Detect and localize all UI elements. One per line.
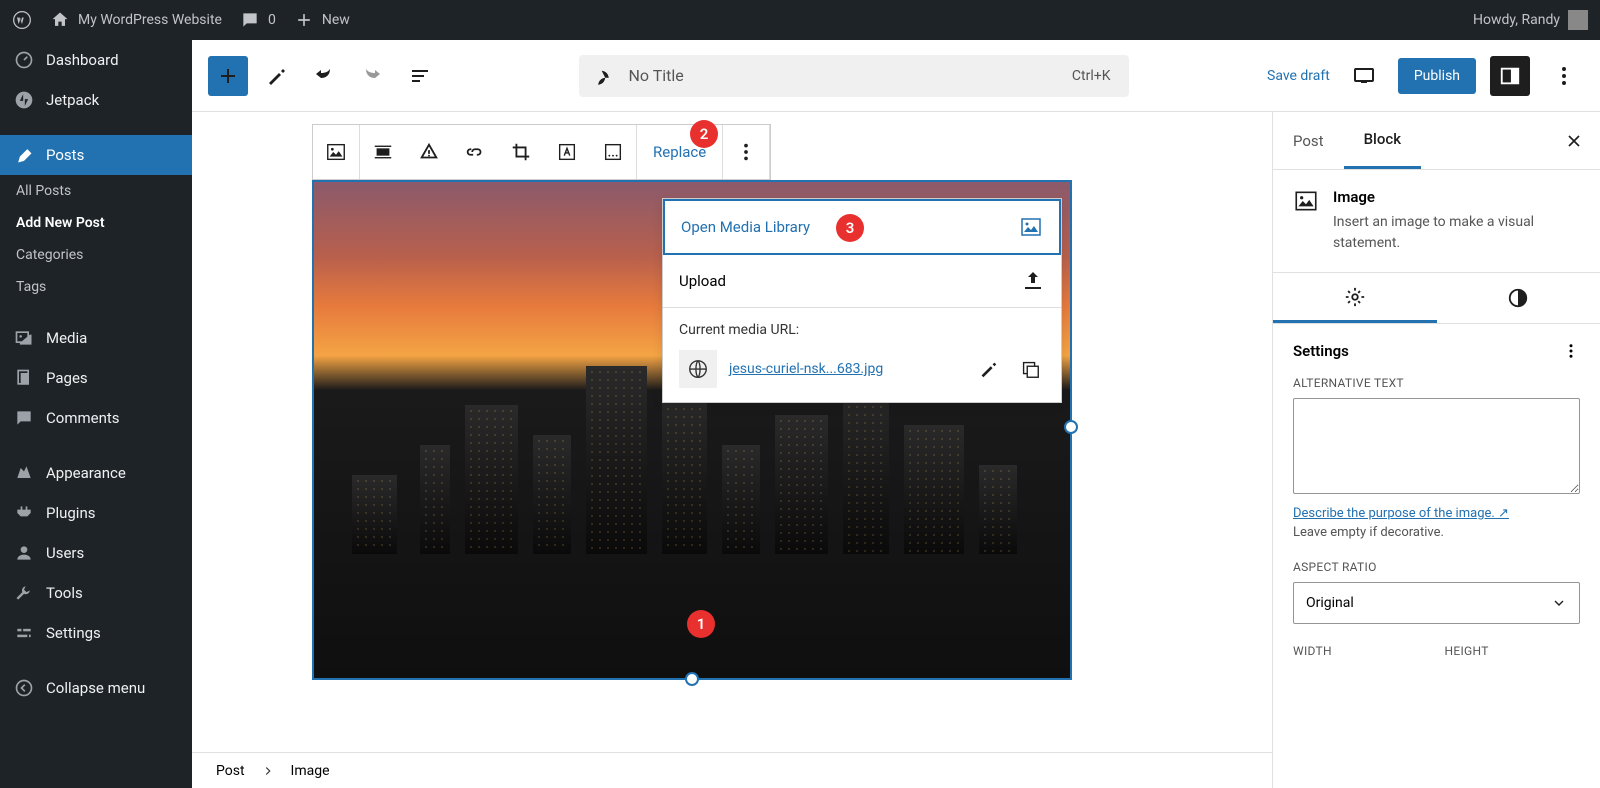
tab-block[interactable]: Block bbox=[1344, 112, 1421, 169]
publish-button[interactable]: Publish bbox=[1398, 58, 1476, 94]
block-description: Insert an image to make a visual stateme… bbox=[1333, 212, 1580, 254]
user-greeting[interactable]: Howdy, Randy bbox=[1473, 10, 1588, 30]
chevron-right-icon bbox=[261, 764, 275, 778]
nav-tags[interactable]: Tags bbox=[0, 271, 192, 303]
editor-main: No Title Ctrl+K Save draft Publish bbox=[192, 40, 1600, 788]
link-button[interactable] bbox=[452, 125, 498, 179]
redo-button[interactable] bbox=[352, 56, 392, 96]
nav-all-posts[interactable]: All Posts bbox=[0, 175, 192, 207]
annotation-badge-3: 3 bbox=[836, 214, 864, 242]
chevron-down-icon bbox=[1551, 595, 1567, 611]
caption-button[interactable] bbox=[406, 125, 452, 179]
comments-link[interactable]: 0 bbox=[240, 10, 276, 30]
options-button[interactable] bbox=[1544, 56, 1584, 96]
nav-settings[interactable]: Settings bbox=[0, 613, 192, 653]
undo-button[interactable] bbox=[304, 56, 344, 96]
subtab-styles[interactable] bbox=[1437, 273, 1600, 323]
nav-dashboard[interactable]: Dashboard bbox=[0, 40, 192, 80]
crumb-post[interactable]: Post bbox=[216, 763, 245, 779]
new-link[interactable]: New bbox=[294, 10, 350, 30]
crumb-image[interactable]: Image bbox=[291, 763, 330, 779]
nav-media[interactable]: Media bbox=[0, 318, 192, 358]
title-text: No Title bbox=[629, 66, 1060, 85]
edit-url-button[interactable] bbox=[973, 358, 1003, 380]
alt-hint: Leave empty if decorative. bbox=[1293, 525, 1580, 540]
preview-button[interactable] bbox=[1344, 56, 1384, 96]
document-overview-button[interactable] bbox=[400, 56, 440, 96]
nav-appearance[interactable]: Appearance bbox=[0, 453, 192, 493]
crop-button[interactable] bbox=[498, 125, 544, 179]
aspect-ratio-label: ASPECT RATIO bbox=[1293, 560, 1580, 574]
alt-text-label: ALTERNATIVE TEXT bbox=[1293, 376, 1580, 390]
current-url-label: Current media URL: bbox=[679, 322, 1045, 338]
tab-post[interactable]: Post bbox=[1273, 114, 1344, 168]
settings-heading: Settings bbox=[1293, 342, 1349, 360]
more-button[interactable] bbox=[723, 125, 769, 179]
block-name: Image bbox=[1333, 188, 1580, 206]
nav-tools[interactable]: Tools bbox=[0, 573, 192, 613]
nav-categories[interactable]: Categories bbox=[0, 239, 192, 271]
editor-canvas: Replace bbox=[192, 112, 1600, 788]
upload-icon bbox=[1021, 269, 1045, 293]
admin-bar: My WordPress Website 0 New Howdy, Randy bbox=[0, 0, 1600, 40]
block-inserter-button[interactable] bbox=[208, 56, 248, 96]
save-draft-button[interactable]: Save draft bbox=[1267, 68, 1330, 84]
subtab-settings[interactable] bbox=[1273, 273, 1437, 323]
annotation-badge-1: 1 bbox=[687, 610, 715, 638]
height-label: HEIGHT bbox=[1445, 644, 1581, 658]
settings-panel-toggle[interactable] bbox=[1490, 56, 1530, 96]
width-label: WIDTH bbox=[1293, 644, 1429, 658]
image-icon bbox=[1019, 215, 1043, 239]
align-button[interactable] bbox=[360, 125, 406, 179]
collapse-menu[interactable]: Collapse menu bbox=[0, 668, 192, 708]
media-url-link[interactable]: jesus-curiel-nsk...683.jpg bbox=[729, 361, 961, 377]
title-shortcut: Ctrl+K bbox=[1072, 68, 1111, 84]
alt-text-input[interactable] bbox=[1293, 398, 1580, 494]
nav-add-post[interactable]: Add New Post bbox=[0, 207, 192, 239]
nav-jetpack[interactable]: Jetpack bbox=[0, 80, 192, 120]
editor-header: No Title Ctrl+K Save draft Publish bbox=[192, 40, 1600, 112]
nav-comments[interactable]: Comments bbox=[0, 398, 192, 438]
wp-logo[interactable] bbox=[12, 10, 32, 30]
annotation-badge-2: 2 bbox=[690, 120, 718, 148]
globe-icon bbox=[679, 350, 717, 388]
block-breadcrumb: Post Image bbox=[192, 752, 1272, 788]
resize-handle-right[interactable] bbox=[1064, 420, 1078, 434]
copy-url-button[interactable] bbox=[1015, 358, 1045, 380]
settings-panel: Post Block Image Insert an image to make… bbox=[1272, 112, 1600, 788]
settings-menu-icon[interactable] bbox=[1562, 342, 1580, 360]
admin-sidebar: Dashboard Jetpack Posts All Posts Add Ne… bbox=[0, 40, 192, 788]
nav-plugins[interactable]: Plugins bbox=[0, 493, 192, 533]
canvas-scroll[interactable]: Replace bbox=[192, 112, 1272, 788]
upload-option[interactable]: Upload bbox=[663, 255, 1061, 308]
title-field[interactable]: No Title Ctrl+K bbox=[579, 55, 1129, 97]
duotone-button[interactable] bbox=[590, 125, 636, 179]
resize-handle-bottom[interactable] bbox=[685, 672, 699, 686]
nav-posts[interactable]: Posts bbox=[0, 135, 192, 175]
pen-icon bbox=[597, 66, 617, 86]
tools-button[interactable] bbox=[256, 56, 296, 96]
block-type-icon[interactable] bbox=[313, 125, 359, 179]
text-overlay-button[interactable] bbox=[544, 125, 590, 179]
nav-users[interactable]: Users bbox=[0, 533, 192, 573]
alt-description-link[interactable]: Describe the purpose of the image. ↗ bbox=[1293, 506, 1509, 521]
home-link[interactable]: My WordPress Website bbox=[50, 10, 222, 30]
aspect-ratio-select[interactable]: Original bbox=[1293, 582, 1580, 624]
image-icon bbox=[1293, 188, 1319, 214]
nav-pages[interactable]: Pages bbox=[0, 358, 192, 398]
avatar bbox=[1568, 10, 1588, 30]
close-panel-button[interactable] bbox=[1564, 131, 1584, 151]
